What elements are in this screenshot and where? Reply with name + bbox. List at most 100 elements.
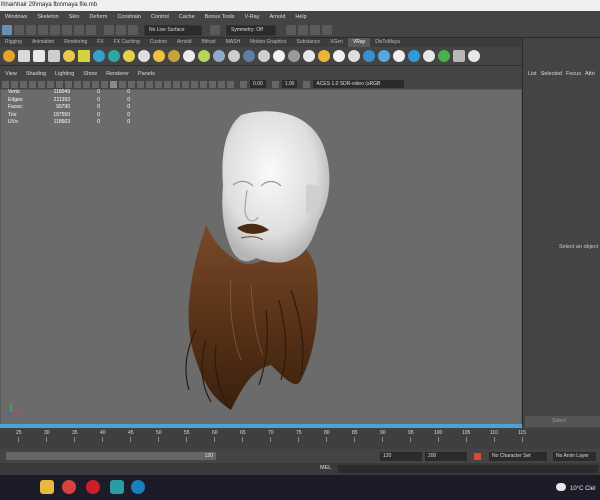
anim-layer-dropdown[interactable]: No Anim Layer bbox=[553, 451, 596, 461]
gate-mask-icon[interactable] bbox=[65, 80, 72, 88]
xray-joints-icon[interactable] bbox=[218, 80, 225, 88]
vray-blue-sphere-icon[interactable] bbox=[363, 50, 375, 62]
character-set-dropdown[interactable]: No Character Set bbox=[489, 451, 547, 461]
vray-dome-light-icon[interactable] bbox=[108, 50, 120, 62]
field-chart-icon[interactable] bbox=[74, 80, 81, 88]
vray-light-select-icon[interactable] bbox=[333, 50, 345, 62]
ae-menu-list[interactable]: List bbox=[528, 71, 537, 77]
gamma-icon[interactable] bbox=[271, 80, 279, 88]
select-tool-icon[interactable] bbox=[2, 25, 12, 35]
vray-aerial-icon[interactable] bbox=[378, 50, 390, 62]
shelf-tab-motion-graphics[interactable]: Motion Graphics bbox=[245, 38, 291, 47]
opera-icon[interactable] bbox=[86, 480, 100, 494]
panel-menu-show[interactable]: Show bbox=[78, 70, 101, 79]
keyframe-icon[interactable] bbox=[474, 452, 481, 460]
shelf-tab-fx-caching[interactable]: FX Caching bbox=[109, 38, 145, 47]
snap-grid-icon[interactable] bbox=[38, 25, 48, 35]
range-slider-bar[interactable]: 120 bbox=[6, 452, 216, 460]
vray-env-fog-icon[interactable] bbox=[288, 50, 300, 62]
vray-sun-icon[interactable] bbox=[123, 50, 135, 62]
default-material-icon[interactable] bbox=[119, 80, 126, 88]
menu-control[interactable]: Control bbox=[146, 14, 174, 20]
motion-blur-icon[interactable] bbox=[173, 80, 180, 88]
hypershade-icon[interactable] bbox=[322, 25, 332, 35]
lasso-tool-icon[interactable] bbox=[14, 25, 24, 35]
vray-render-icon[interactable] bbox=[18, 50, 30, 62]
shelf-tab-rigging[interactable]: Rigging bbox=[0, 38, 27, 47]
shelf-tab-mash[interactable]: MASH bbox=[221, 38, 245, 47]
panel-menu-panels[interactable]: Panels bbox=[133, 70, 159, 79]
panel-menu-view[interactable]: View bbox=[0, 70, 21, 79]
symmetry-dropdown[interactable]: Symmetry: Off bbox=[226, 24, 276, 36]
snap-curve-icon[interactable] bbox=[50, 25, 60, 35]
render-icon[interactable] bbox=[286, 25, 296, 35]
camera-attributes-icon[interactable] bbox=[11, 80, 18, 88]
vray-logo-icon[interactable] bbox=[3, 50, 15, 62]
vray-sphere-fade-icon[interactable] bbox=[258, 50, 270, 62]
vray-decal-icon[interactable] bbox=[303, 50, 315, 62]
panel-menu-shading[interactable]: Shading bbox=[21, 70, 50, 79]
live-surface-dropdown[interactable]: No Live Surface bbox=[144, 24, 202, 36]
exposure-icon[interactable] bbox=[240, 80, 247, 88]
menu-skin[interactable]: Skin bbox=[64, 14, 85, 20]
camera-select-icon[interactable] bbox=[2, 80, 9, 88]
gamma-field[interactable]: 1.00 bbox=[281, 80, 298, 88]
vray-denoiser-icon[interactable] bbox=[393, 50, 405, 62]
menu-bonus-tools[interactable]: Bonus Tools bbox=[200, 14, 240, 20]
view-transform-dropdown[interactable]: ACES 1.0 SDR-video (sRGB bbox=[313, 80, 405, 88]
ae-menu-selected[interactable]: Selected bbox=[541, 71, 562, 77]
smooth-shade-icon[interactable] bbox=[110, 80, 117, 88]
render-settings-icon[interactable] bbox=[310, 25, 320, 35]
color-management-icon[interactable] bbox=[303, 80, 311, 88]
select-button[interactable]: Select bbox=[525, 416, 600, 427]
vray-plane-icon[interactable] bbox=[183, 50, 195, 62]
menu-deform[interactable]: Deform bbox=[84, 14, 112, 20]
panel-menu-renderer[interactable]: Renderer bbox=[101, 70, 133, 79]
vray-ies-light-icon[interactable] bbox=[138, 50, 150, 62]
snap-surface-icon[interactable] bbox=[86, 25, 96, 35]
menu-help[interactable]: Help bbox=[290, 14, 311, 20]
vray-clipper-icon[interactable] bbox=[273, 50, 285, 62]
shelf-tab-arnold[interactable]: Arnold bbox=[172, 38, 196, 47]
snap-view-icon[interactable] bbox=[74, 25, 84, 35]
vray-render-elements-icon[interactable] bbox=[348, 50, 360, 62]
isolate-select-icon[interactable] bbox=[200, 80, 207, 88]
textured-icon[interactable] bbox=[137, 80, 144, 88]
ambient-occlusion-icon[interactable] bbox=[164, 80, 171, 88]
menu-vray[interactable]: V-Ray bbox=[240, 14, 265, 20]
panel-menu-lighting[interactable]: Lighting bbox=[50, 70, 78, 79]
shelf-tab-distomaya[interactable]: DisToMaya bbox=[370, 38, 405, 47]
time-slider[interactable]: 25 30 35 40 45 50 55 60 65 70 75 80 85 9… bbox=[0, 429, 600, 449]
xray-icon[interactable] bbox=[209, 80, 216, 88]
vray-frame-buffer-icon[interactable] bbox=[48, 50, 60, 62]
vray-volume-grid-icon[interactable] bbox=[213, 50, 225, 62]
shelf-tab-custom[interactable]: Custom bbox=[145, 38, 172, 47]
vray-light-mesh-icon[interactable] bbox=[93, 50, 105, 62]
bookmark-icon[interactable] bbox=[20, 80, 27, 88]
grid-toggle-icon[interactable] bbox=[38, 80, 45, 88]
vray-green-icon[interactable] bbox=[438, 50, 450, 62]
depth-of-field-icon[interactable] bbox=[191, 80, 198, 88]
shelf-tab-substance[interactable]: Substance bbox=[292, 38, 326, 47]
wireframe-on-shaded-icon[interactable] bbox=[128, 80, 135, 88]
menu-windows[interactable]: Windows bbox=[0, 14, 32, 20]
menu-cache[interactable]: Cache bbox=[174, 14, 200, 20]
vray-mtl-icon[interactable] bbox=[228, 50, 240, 62]
paint-select-icon[interactable] bbox=[26, 25, 36, 35]
ipr-icon[interactable] bbox=[298, 25, 308, 35]
vray-light-sphere-icon[interactable] bbox=[63, 50, 75, 62]
shelf-tab-xgen[interactable]: XGen bbox=[325, 38, 348, 47]
symmetry-icon[interactable] bbox=[210, 25, 220, 35]
menu-arnold[interactable]: Arnold bbox=[265, 14, 291, 20]
history-icon[interactable] bbox=[116, 25, 126, 35]
vray-cloud-icon[interactable] bbox=[408, 50, 420, 62]
shelf-tab-vray[interactable]: VRay bbox=[347, 38, 371, 47]
menu-constrain[interactable]: Constrain bbox=[112, 14, 146, 20]
exposure-field[interactable]: 0.00 bbox=[250, 80, 266, 88]
anti-aliasing-icon[interactable] bbox=[182, 80, 189, 88]
max-time-field[interactable]: 200 bbox=[425, 451, 467, 461]
vray-scene-icon[interactable] bbox=[198, 50, 210, 62]
ae-menu-attributes[interactable]: Attri bbox=[585, 71, 595, 77]
film-gate-icon[interactable] bbox=[47, 80, 54, 88]
shelf-tab-rendering[interactable]: Rendering bbox=[59, 38, 92, 47]
